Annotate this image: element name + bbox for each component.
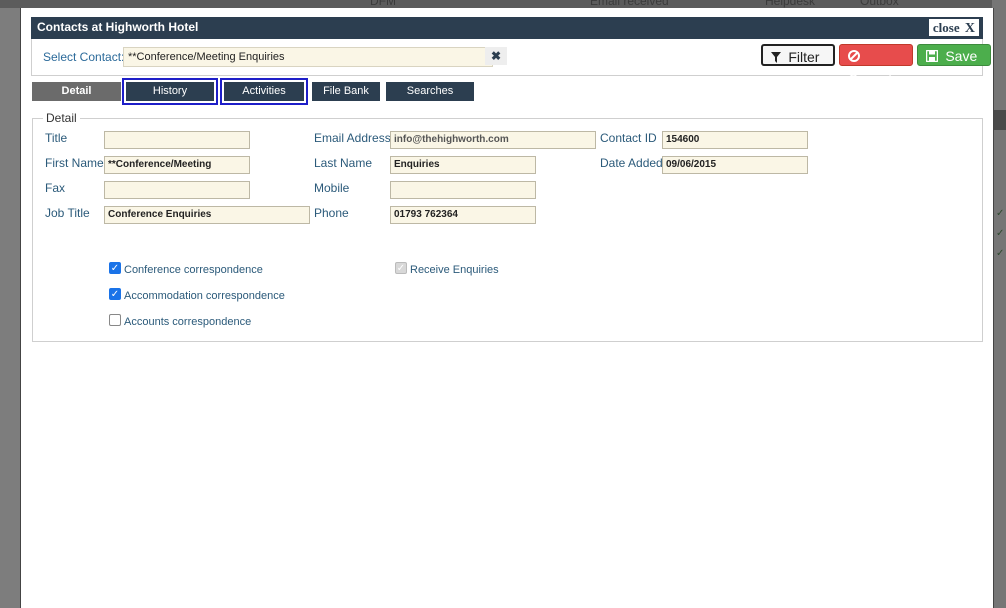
background-check-icon: ✓ [996,208,1005,219]
conference-correspondence-checkbox[interactable]: ✓ [109,262,121,274]
accommodation-correspondence-label: Accommodation correspondence [124,290,285,302]
close-button[interactable]: close X [928,19,979,36]
date-added-label: Date Added [600,156,663,170]
floppy-disk-icon [925,49,941,64]
mobile-field[interactable] [390,181,536,199]
title-label: Title [45,131,68,145]
phone-label: Phone [314,206,349,220]
email-field[interactable]: info@thehighworth.com [390,131,596,149]
first-name-field[interactable]: **Conference/Meeting [104,156,250,174]
tab-detail[interactable]: Detail [32,82,121,101]
save-label: Save [945,48,978,64]
accommodation-correspondence-checkbox[interactable]: ✓ [109,288,121,300]
background-dfm-label: DFM [370,0,396,8]
detail-legend: Detail [43,111,80,125]
filter-icon [771,51,784,65]
contact-id-field[interactable]: 154600 [662,131,808,149]
conference-correspondence-label: Conference correspondence [124,264,263,276]
receive-enquiries-label: Receive Enquiries [410,264,499,276]
receive-enquiries-checkbox: ✓ [395,262,407,274]
tab-file-bank[interactable]: File Bank [312,82,380,101]
background-right-panel: ✓ ✓ ✓ [992,0,1006,608]
background-check-icon: ✓ [996,228,1005,239]
background-outbox-label: Outbox [860,0,899,8]
background-topbar [0,0,1006,8]
mobile-label: Mobile [314,181,350,195]
background-email-label: Email received [590,0,669,8]
contact-selector-bar: Select Contact: **Conference/Meeting Enq… [31,39,991,87]
last-name-field[interactable]: Enquiries [390,156,536,174]
first-name-label: First Name [45,156,104,170]
close-label: close [932,20,960,35]
ban-icon [848,50,860,64]
fax-label: Fax [45,181,66,195]
job-title-field[interactable]: Conference Enquiries [104,206,310,224]
select-contact-label: Select Contact: [43,50,125,64]
select-contact-input[interactable]: **Conference/Meeting Enquiries [123,47,493,67]
tab-searches[interactable]: Searches [386,82,474,101]
close-icon: X [964,21,975,36]
cancel-button[interactable]: Cancel [839,44,913,87]
filter-button[interactable]: Filter [761,44,835,66]
title-field[interactable] [104,131,250,149]
background-check-icon: ✓ [996,248,1005,259]
phone-field[interactable]: 01793 762364 [390,206,536,224]
background-helpdesk-label: Helpdesk [765,0,816,8]
background-right-bar [992,110,1006,130]
contact-id-label: Contact ID [600,131,657,145]
save-button[interactable]: Save [917,44,991,66]
modal-titlebar: Contacts at Highworth Hotel close X [31,17,983,39]
contacts-modal: Contacts at Highworth Hotel close X Sele… [20,8,994,608]
accounts-correspondence-checkbox[interactable] [109,314,121,326]
tab-history[interactable]: History [122,78,218,105]
clear-contact-icon[interactable]: ✖ [485,47,507,65]
job-title-label: Job Title [45,206,90,220]
date-added-field[interactable]: 09/06/2015 [662,156,808,174]
filter-label: Filter [788,49,820,65]
cancel-label: Cancel [848,71,892,87]
email-label: Email Address [314,131,391,145]
accounts-correspondence-label: Accounts correspondence [124,316,252,328]
last-name-label: Last Name [314,156,373,170]
tab-activities[interactable]: Activities [220,78,308,105]
fax-field[interactable] [104,181,250,199]
modal-title: Contacts at Highworth Hotel [37,20,199,34]
detail-fieldset [32,118,983,342]
